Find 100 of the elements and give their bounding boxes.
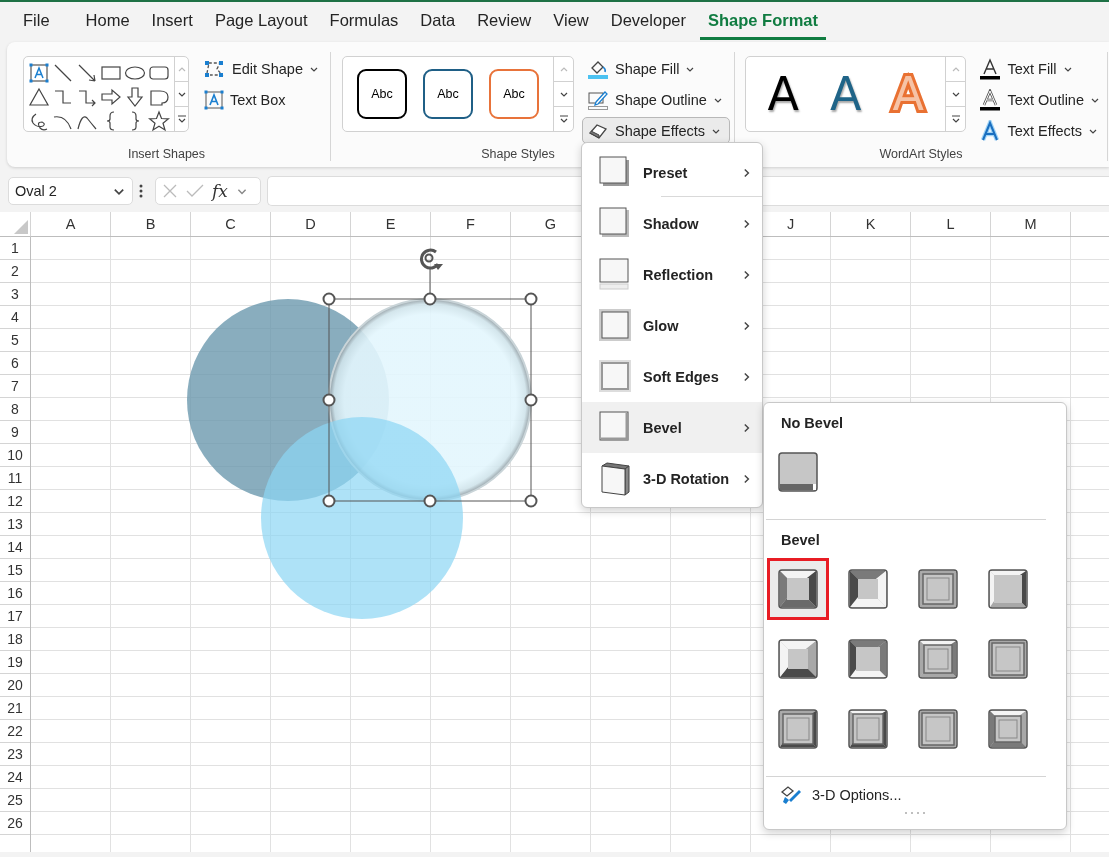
row-header[interactable]: 22 <box>0 720 30 743</box>
text-effects-button[interactable]: Text Effects <box>974 117 1107 144</box>
style-thumbnail[interactable]: Abc <box>489 69 539 119</box>
edit-shape-button[interactable]: Edit Shape <box>199 55 326 82</box>
group-label: Shape Styles <box>480 147 556 163</box>
row-header[interactable]: 6 <box>0 352 30 375</box>
row-header[interactable]: 10 <box>0 444 30 467</box>
selection-frame[interactable] <box>322 248 538 508</box>
menu-item[interactable]: Reflection <box>582 249 762 300</box>
select-all-icon <box>14 220 28 234</box>
row-header[interactable]: 5 <box>0 329 30 352</box>
text-box-icon[interactable] <box>28 62 50 84</box>
row-header[interactable]: 15 <box>0 559 30 582</box>
bevel-preset[interactable] <box>767 558 829 620</box>
ribbon-tab[interactable]: Insert <box>143 4 201 40</box>
column-header[interactable]: K <box>831 212 911 236</box>
row-header[interactable]: 11 <box>0 467 30 490</box>
reflection-icon <box>599 257 631 292</box>
ribbon-tab[interactable]: Home <box>77 4 138 40</box>
more-options-icon <box>139 183 143 199</box>
bevel-preset-icon <box>918 569 958 609</box>
triangle-icon[interactable] <box>28 86 50 108</box>
menu-item[interactable]: Glow <box>582 300 762 351</box>
ribbon-tab[interactable]: Formulas <box>321 4 407 40</box>
row-header[interactable]: 18 <box>0 628 30 651</box>
row-header[interactable]: 12 <box>0 490 30 513</box>
column-header[interactable]: L <box>911 212 991 236</box>
row-header[interactable]: 1 <box>0 237 30 260</box>
menu-item[interactable]: 3-D Rotation <box>582 453 762 504</box>
bevel-preset-icon <box>778 639 818 679</box>
name-box[interactable]: Oval 2 <box>8 177 133 205</box>
resize-grip-icon[interactable] <box>904 811 926 815</box>
row-header[interactable]: 13 <box>0 513 30 536</box>
ribbon-tab[interactable]: Review <box>469 4 540 40</box>
text-box-button[interactable]: Text Box <box>199 86 326 113</box>
options-menu-item[interactable]: 3-D Options... <box>764 777 1066 805</box>
row-header[interactable]: 17 <box>0 605 30 628</box>
ribbon-tab[interactable]: File <box>15 4 58 40</box>
column-header[interactable]: M <box>991 212 1071 236</box>
bevel-preset-icon <box>918 639 958 679</box>
edit-shape-icon <box>204 58 226 79</box>
row-header[interactable]: 8 <box>0 398 30 421</box>
column-header[interactable]: D <box>271 212 351 236</box>
star-icon[interactable] <box>148 110 170 132</box>
wordart-thumbnail[interactable]: A <box>815 71 876 117</box>
arrow-line-icon[interactable] <box>76 62 98 84</box>
row-header[interactable]: 14 <box>0 536 30 559</box>
menu-item[interactable]: Preset <box>582 147 762 198</box>
insert-function-button[interactable]: fx <box>212 181 228 201</box>
group-label: WordArt Styles <box>878 147 964 163</box>
row-header[interactable]: 19 <box>0 651 30 674</box>
text-fill-button[interactable]: Text Fill <box>974 55 1107 82</box>
text-box-icon <box>204 89 224 110</box>
line-icon[interactable] <box>52 62 74 84</box>
glow-icon <box>599 308 631 343</box>
shape-fill-button[interactable]: Shape Fill <box>582 55 730 82</box>
row-header[interactable]: 26 <box>0 812 30 835</box>
shape-outline-button[interactable]: Shape Outline <box>582 86 730 113</box>
bevel-preset-icon <box>778 709 818 749</box>
column-header[interactable]: B <box>111 212 191 236</box>
wordart-thumbnail[interactable]: A <box>753 71 814 117</box>
menu-item[interactable]: Bevel <box>582 402 762 453</box>
column-header[interactable]: C <box>191 212 271 236</box>
check-icon[interactable] <box>186 183 204 199</box>
bevel-preset-icon <box>848 639 888 679</box>
ribbon-tab[interactable]: View <box>545 4 597 40</box>
style-thumbnail[interactable]: Abc <box>423 69 473 119</box>
cube-icon <box>599 461 631 496</box>
row-header[interactable]: 2 <box>0 260 30 283</box>
column-header[interactable]: E <box>351 212 431 236</box>
row-header[interactable]: 21 <box>0 697 30 720</box>
ribbon-tab[interactable]: Developer <box>602 4 694 40</box>
shape-effects-button[interactable]: Shape Effects <box>582 117 730 144</box>
bevel-preset-icon <box>848 709 888 749</box>
more-icon <box>558 114 569 124</box>
row-header[interactable]: 16 <box>0 582 30 605</box>
soft-edges-icon <box>599 359 631 394</box>
text-fill-icon <box>979 57 1002 80</box>
ribbon-tab[interactable]: Shape Format <box>700 4 826 40</box>
row-header[interactable]: 9 <box>0 421 30 444</box>
row-header[interactable]: 20 <box>0 674 30 697</box>
bevel-preset-icon <box>988 639 1028 679</box>
right-arrow-icon[interactable] <box>100 86 122 108</box>
ribbon-tab[interactable]: Page Layout <box>206 4 316 40</box>
row-header[interactable]: 7 <box>0 375 30 398</box>
row-header[interactable]: 4 <box>0 306 30 329</box>
style-thumbnail[interactable]: Abc <box>357 69 407 119</box>
section-heading: No Bevel <box>780 414 845 431</box>
row-header[interactable]: 23 <box>0 743 30 766</box>
bevel-preset-icon <box>918 709 958 749</box>
row-header[interactable]: 25 <box>0 789 30 812</box>
column-header[interactable]: F <box>431 212 511 236</box>
menu-item[interactable]: Soft Edges <box>582 351 762 402</box>
down-arrow-icon[interactable] <box>124 86 146 108</box>
more-icon <box>950 114 961 124</box>
row-header[interactable]: 24 <box>0 766 30 789</box>
ribbon-tab[interactable]: Data <box>412 4 464 40</box>
row-header[interactable]: 3 <box>0 283 30 306</box>
column-header[interactable]: A <box>31 212 111 236</box>
text-outline-button[interactable]: Text Outline <box>974 86 1107 113</box>
